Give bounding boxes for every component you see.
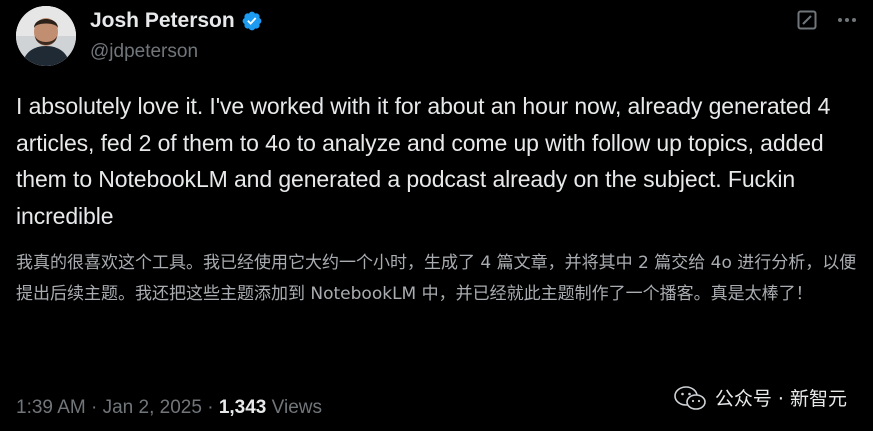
tweet-meta: 1:39 AM · Jan 2, 2025 · 1,343 Views (16, 396, 322, 420)
watermark-text: 公众号 · 新智元 (714, 388, 847, 410)
author-handle[interactable]: @jdpeterson (90, 40, 198, 64)
more-icon[interactable] (835, 8, 859, 32)
top-actions (797, 8, 859, 32)
views-count[interactable]: 1,343 (219, 397, 267, 418)
wechat-watermark: 公众号 · 新智元 (673, 384, 847, 411)
tweet-timestamp[interactable]: 1:39 AM · Jan 2, 2025 (16, 397, 202, 418)
tweet-translation: 我真的很喜欢这个工具。我已经使用它大约一个小时，生成了 4 篇文章，并将其中 2… (16, 253, 857, 304)
author-display-name[interactable]: Josh Peterson (90, 8, 235, 34)
meta-separator: · (207, 397, 214, 418)
author-name-row: Josh Peterson (90, 8, 263, 34)
avatar[interactable] (16, 6, 76, 66)
meta-separator: · (91, 397, 98, 418)
wechat-icon (673, 385, 707, 411)
avatar-photo (16, 6, 76, 66)
tweet-date: Jan 2, 2025 (102, 397, 202, 418)
tweet-text: I absolutely love it. I've worked with i… (16, 93, 831, 229)
views-label: Views (271, 397, 322, 418)
grok-icon[interactable] (797, 10, 817, 30)
verified-badge-icon[interactable] (241, 10, 263, 32)
tweet-time: 1:39 AM (16, 397, 86, 418)
